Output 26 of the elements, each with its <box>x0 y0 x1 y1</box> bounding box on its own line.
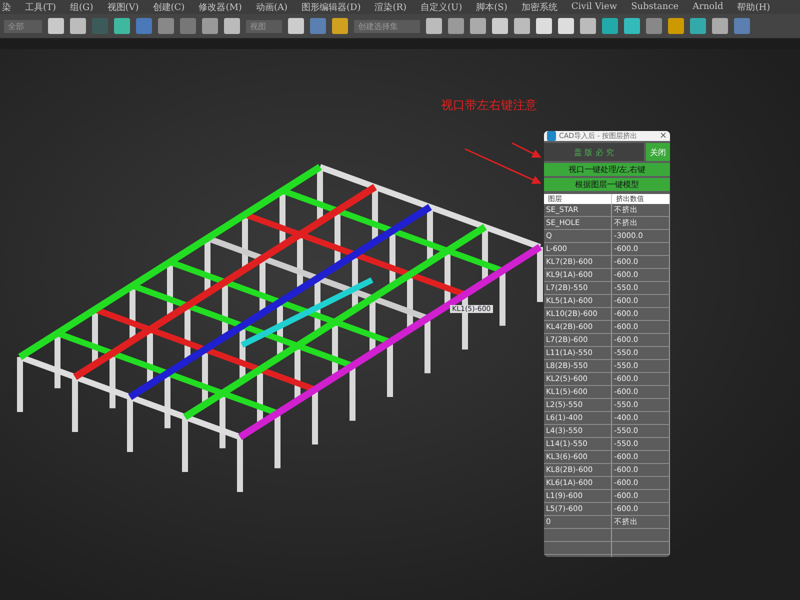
menu-item[interactable]: 创建(C) <box>152 0 185 14</box>
menu-item[interactable]: 染 <box>2 0 11 14</box>
menu-item[interactable]: 脚本(S) <box>476 0 508 14</box>
empty-table-cell <box>612 529 670 542</box>
menu-item[interactable]: 修改器(M) <box>198 0 242 14</box>
notice-button[interactable]: 盖 版 必 究 <box>544 143 644 161</box>
menu-item[interactable]: Arnold <box>692 2 724 12</box>
menu-item[interactable]: 工具(T) <box>25 0 56 14</box>
empty-table-cell <box>544 529 612 542</box>
menu-item[interactable]: 视图(V) <box>107 0 139 14</box>
menu-item[interactable]: 加密系统 <box>521 0 558 14</box>
empty-table-cell <box>544 542 612 555</box>
menu-item[interactable]: 组(G) <box>70 0 94 14</box>
empty-table-cell <box>612 542 670 555</box>
annotation-text: 视口带左右键注意 <box>441 97 537 114</box>
menu-item[interactable]: 自定义(U) <box>420 0 462 14</box>
menu-item[interactable]: Substance <box>631 2 679 12</box>
menu-item[interactable]: 帮助(H) <box>737 0 770 14</box>
close-button[interactable]: × <box>659 131 667 141</box>
menu-item[interactable]: 动画(A) <box>256 0 288 14</box>
menu-item[interactable]: Civil View <box>571 2 618 12</box>
menu-item[interactable]: 渲染(R) <box>374 0 407 14</box>
menu-item[interactable]: 图形编辑器(D) <box>301 0 361 14</box>
action-button[interactable]: 视口一键处理/左,右键 <box>544 163 670 176</box>
action-button[interactable]: 根据图层一键模型 <box>544 178 670 191</box>
app-icon <box>547 131 556 141</box>
